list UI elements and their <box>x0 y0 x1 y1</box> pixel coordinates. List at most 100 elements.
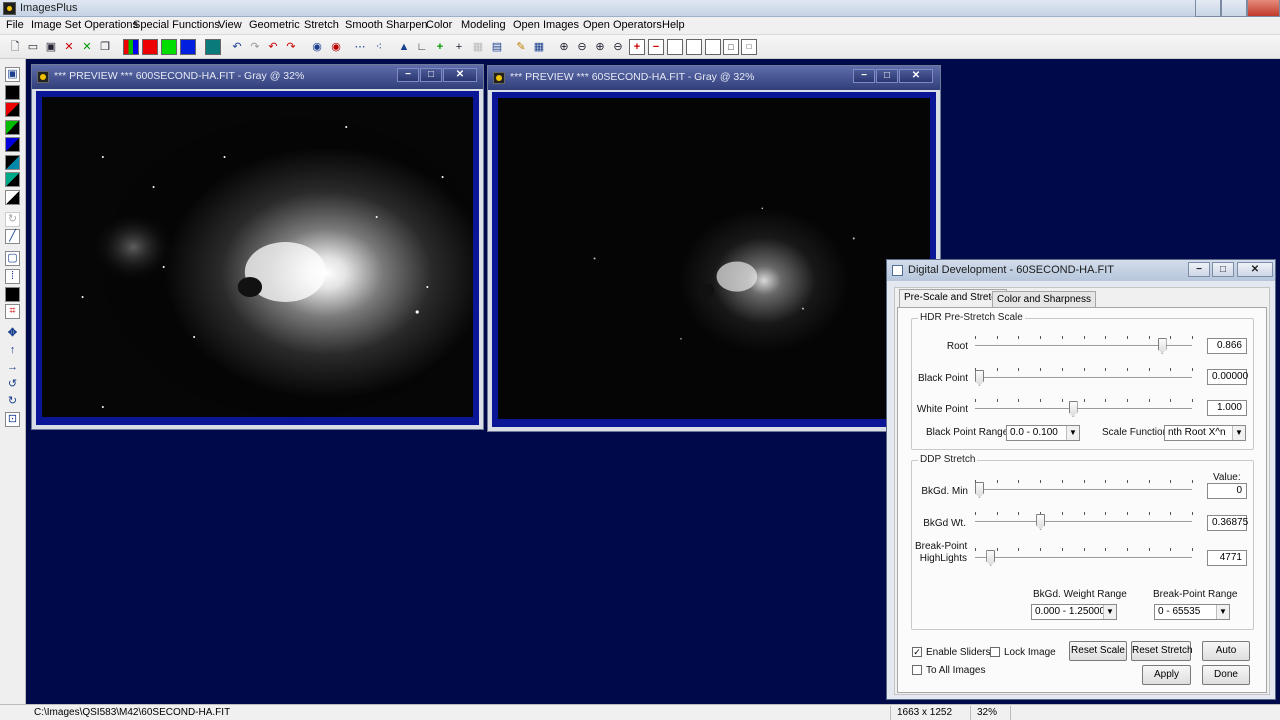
crosshair-icon[interactable]: + <box>451 39 467 55</box>
redo-icon[interactable]: ↷ <box>247 39 263 55</box>
frame-medium-icon[interactable] <box>686 39 702 55</box>
pencil-icon[interactable]: ✎ <box>513 39 529 55</box>
mask-red-icon[interactable]: ◉ <box>328 39 344 55</box>
zoom-fit-icon[interactable]: ⊕ <box>592 39 608 55</box>
up-arrow-icon[interactable]: ↑ <box>5 343 20 358</box>
menu-image-set-operations[interactable]: Image Set Operations <box>31 19 138 31</box>
mask-icon[interactable]: ◉ <box>309 39 325 55</box>
dialog-close-button[interactable]: ✕ <box>1237 262 1273 277</box>
rotate-left-icon[interactable]: ↺ <box>5 377 20 392</box>
save-tool-icon[interactable]: ▣ <box>5 67 20 82</box>
bkgd-weight-range-select[interactable]: 0.000 - 1.25000 ▼ <box>1031 604 1117 620</box>
done-button[interactable]: Done <box>1202 665 1250 685</box>
black-point-range-select[interactable]: 0.0 - 0.100 ▼ <box>1006 425 1080 441</box>
slider-thumb[interactable] <box>975 482 984 498</box>
zoom-out-icon[interactable]: ⊖ <box>574 39 590 55</box>
slider-thumb[interactable] <box>1068 401 1078 417</box>
black-point-slider[interactable] <box>975 365 1193 389</box>
green-channel-icon[interactable] <box>161 39 177 55</box>
crosshair-green-icon[interactable]: + <box>432 39 448 55</box>
root-slider[interactable] <box>975 333 1193 357</box>
rgb-icon[interactable] <box>123 39 139 55</box>
preview-window-600s[interactable]: *** PREVIEW *** 600SECOND-HA.FIT - Gray … <box>31 64 484 430</box>
blue-tool-icon[interactable] <box>5 137 20 152</box>
menu-smooth-sharpen[interactable]: Smooth Sharpen <box>345 19 428 31</box>
menu-file[interactable]: File <box>6 19 24 31</box>
reset-stretch-button[interactable]: Reset Stretch <box>1131 641 1193 661</box>
redo-all-icon[interactable]: ↷ <box>283 39 299 55</box>
minimize-button[interactable]: − <box>853 69 875 83</box>
copy-icon[interactable]: ❐ <box>97 39 113 55</box>
close-image-icon[interactable]: ✕ <box>61 39 77 55</box>
right-arrow-icon[interactable]: → <box>5 360 20 375</box>
blue-channel-icon[interactable] <box>180 39 196 55</box>
black-frame-tool-icon[interactable] <box>5 287 20 302</box>
info-tool-icon[interactable]: ⊡ <box>5 412 20 427</box>
dialog-titlebar[interactable]: Digital Development - 60SECOND-HA.FIT − … <box>887 260 1275 281</box>
menu-help[interactable]: Help <box>662 19 685 31</box>
white-point-value[interactable]: 1.000 <box>1207 400 1247 416</box>
maximize-button[interactable]: □ <box>876 69 898 83</box>
line-tool-icon[interactable]: ╱ <box>5 229 20 244</box>
dotted-line-icon[interactable]: ⋯ <box>352 39 368 55</box>
black-tool-icon[interactable] <box>5 85 20 100</box>
open-icon[interactable]: ▭ <box>25 39 41 55</box>
rotate-tool-icon[interactable]: ↻ <box>5 212 20 227</box>
move-tool-icon[interactable]: ✥ <box>5 326 20 341</box>
close-button[interactable] <box>1247 0 1280 17</box>
slider-thumb[interactable] <box>986 550 996 566</box>
tab-color-and-sharpness[interactable]: Color and Sharpness <box>992 291 1096 307</box>
menu-open-operators[interactable]: Open Operators <box>583 19 662 31</box>
crop-tool-icon[interactable]: ⌗ <box>5 304 20 319</box>
break-point-slider[interactable] <box>975 545 1193 569</box>
red-tool-icon[interactable] <box>5 102 20 117</box>
mosaic-icon[interactable] <box>205 39 221 55</box>
preview-titlebar[interactable]: *** PREVIEW *** 600SECOND-HA.FIT - Gray … <box>32 65 483 89</box>
menu-stretch[interactable]: Stretch <box>304 19 339 31</box>
bkgd-min-slider[interactable] <box>975 477 1193 501</box>
cyan-tool-icon[interactable] <box>5 155 20 170</box>
close-button[interactable]: ✕ <box>899 69 933 83</box>
zoom-in-icon[interactable]: ⊕ <box>556 39 572 55</box>
maximize-button[interactable]: □ <box>420 68 442 82</box>
remove-frame-icon[interactable]: − <box>648 39 664 55</box>
new-icon[interactable]: 🗋 <box>7 39 23 55</box>
curves-icon[interactable]: ∟ <box>414 39 430 55</box>
slider-thumb[interactable] <box>1036 514 1046 530</box>
minimize-button[interactable]: − <box>397 68 419 82</box>
black-point-value[interactable]: 0.00000 <box>1207 369 1248 385</box>
menu-geometric[interactable]: Geometric <box>249 19 300 31</box>
white-point-slider[interactable] <box>975 396 1193 420</box>
preview-window-60s[interactable]: *** PREVIEW *** 60SECOND-HA.FIT - Gray @… <box>487 65 941 432</box>
frame-small-icon[interactable] <box>705 39 721 55</box>
frame-mini-icon[interactable]: □ <box>741 39 757 55</box>
enable-sliders-checkbox[interactable]: ✓ <box>912 647 922 657</box>
digital-development-dialog[interactable]: Digital Development - 60SECOND-HA.FIT − … <box>886 259 1276 700</box>
zoom-actual-icon[interactable]: ⊖ <box>610 39 626 55</box>
break-point-value[interactable]: 4771 <box>1207 550 1247 566</box>
menu-open-images[interactable]: Open Images <box>513 19 579 31</box>
add-frame-icon[interactable]: + <box>629 39 645 55</box>
menu-view[interactable]: View <box>218 19 242 31</box>
dialog-maximize-button[interactable]: □ <box>1212 262 1234 277</box>
rotate-right-icon[interactable]: ↻ <box>5 394 20 409</box>
grid-icon[interactable]: ▦ <box>470 39 486 55</box>
histogram-icon[interactable]: ▲ <box>396 39 412 55</box>
frame-tiny-icon[interactable]: □ <box>723 39 739 55</box>
red-channel-icon[interactable] <box>142 39 158 55</box>
points-icon[interactable]: ⁖ <box>371 39 387 55</box>
tab-pre-scale-and-stretch[interactable]: Pre-Scale and Stretch <box>899 289 1007 307</box>
auto-button[interactable]: Auto <box>1202 641 1250 661</box>
bkgd-wt-slider[interactable] <box>975 509 1193 533</box>
preview-titlebar[interactable]: *** PREVIEW *** 60SECOND-HA.FIT - Gray @… <box>488 66 940 90</box>
menu-modeling[interactable]: Modeling <box>461 19 506 31</box>
reset-scale-button[interactable]: Reset Scale <box>1069 641 1127 661</box>
undo-icon[interactable]: ↶ <box>229 39 245 55</box>
teal-tool-icon[interactable] <box>5 172 20 187</box>
menu-special-functions[interactable]: Special Functions <box>133 19 220 31</box>
nebula-image[interactable] <box>42 97 473 417</box>
root-value[interactable]: 0.866 <box>1207 338 1247 354</box>
break-point-range-select[interactable]: 0 - 65535 ▼ <box>1154 604 1230 620</box>
save-icon[interactable]: ▣ <box>43 39 59 55</box>
scale-function-select[interactable]: nth Root X^n ▼ <box>1164 425 1246 441</box>
